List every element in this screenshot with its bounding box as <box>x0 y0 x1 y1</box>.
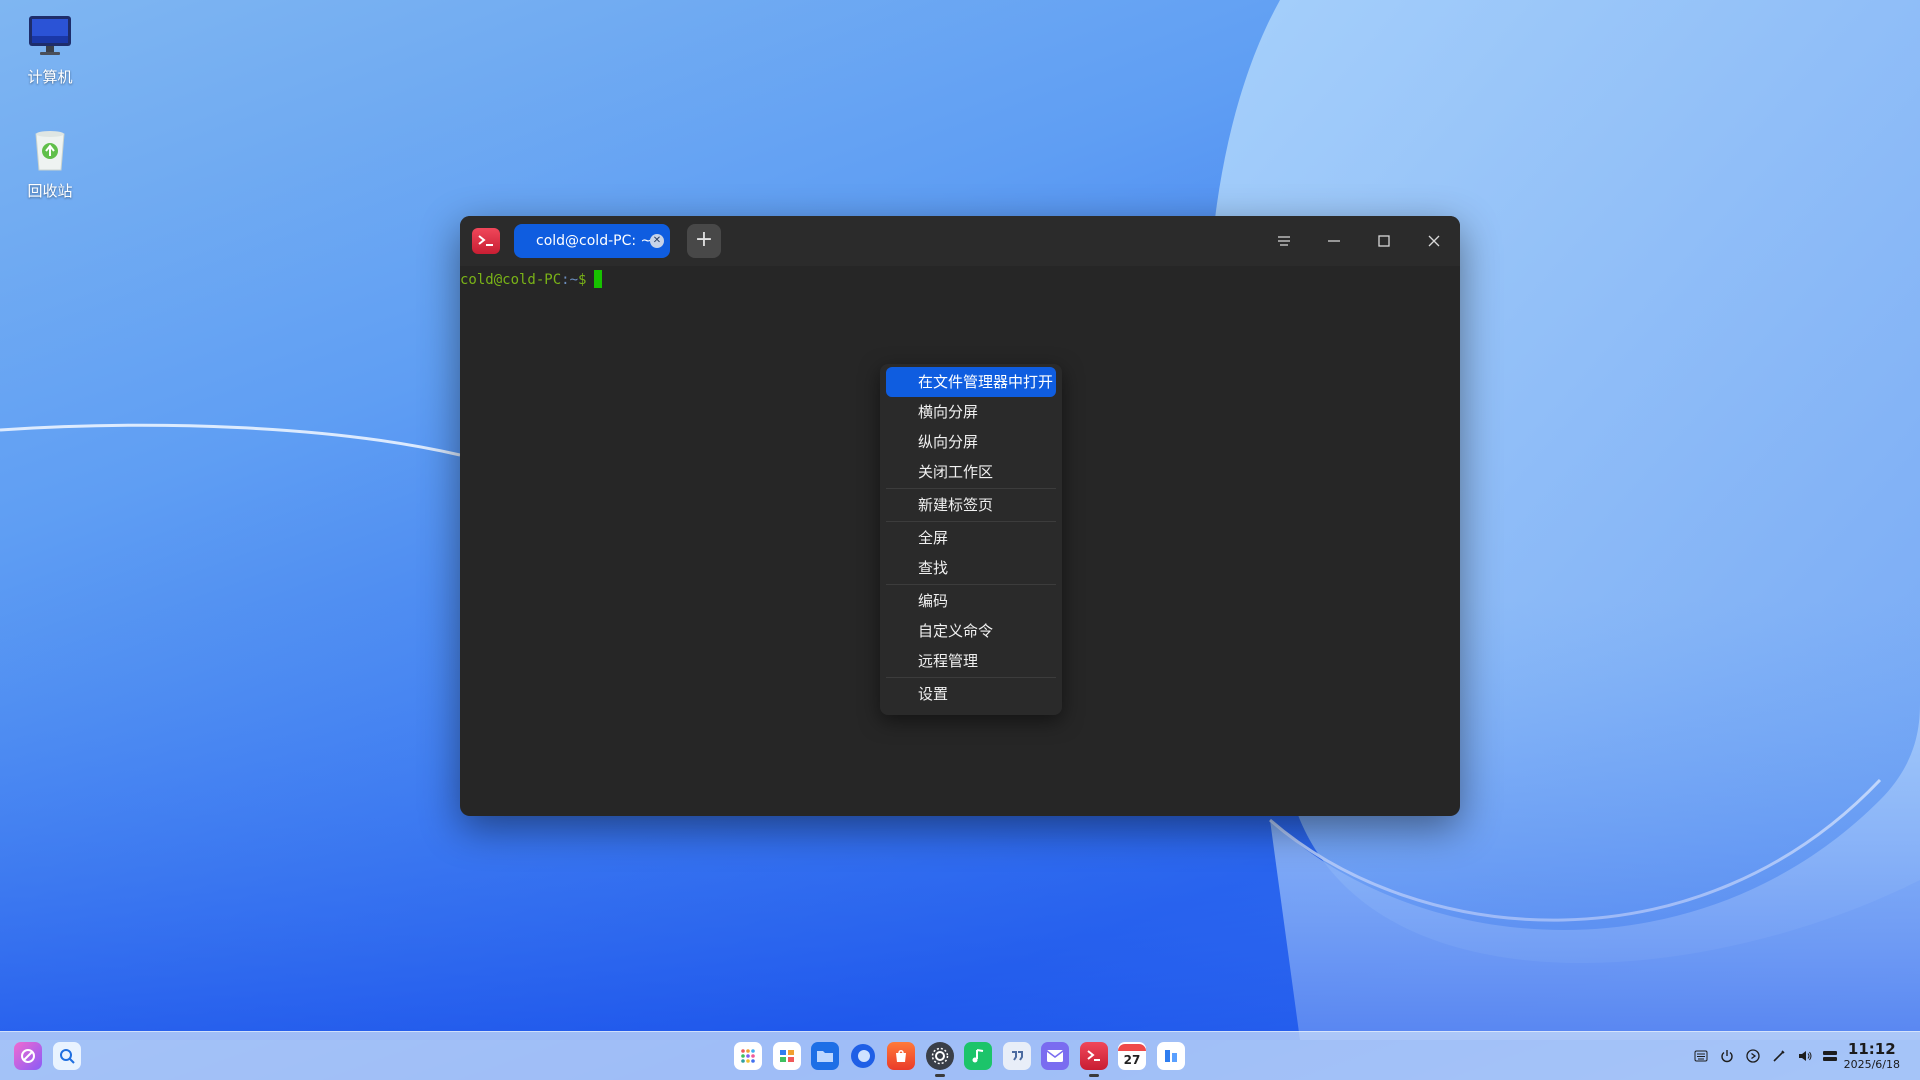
running-indicator <box>1089 1074 1099 1077</box>
volume-icon[interactable] <box>1797 1048 1813 1064</box>
menu-separator <box>886 488 1056 489</box>
taskbar: 27 11:12 2025/6/18 <box>0 1031 1920 1080</box>
close-icon[interactable] <box>1422 229 1446 253</box>
calendar-day: 27 <box>1123 1052 1141 1067</box>
keyboard-icon[interactable] <box>1693 1048 1709 1064</box>
desktop-icon-computer[interactable]: 计算机 <box>14 12 86 87</box>
menu-item-close-workspace[interactable]: 关闭工作区 <box>886 457 1056 487</box>
menu-separator <box>886 677 1056 678</box>
titlebar[interactable]: cold@cold-PC: ~ ✕ + <box>460 216 1460 266</box>
monitor-icon <box>26 12 74 60</box>
power-icon[interactable] <box>1719 1048 1735 1064</box>
multitask-icon[interactable] <box>773 1042 801 1070</box>
menu-item-open-in-file-manager[interactable]: 在文件管理器中打开 <box>886 367 1056 397</box>
media-icon[interactable] <box>1745 1048 1761 1064</box>
menu-item-horizontal-split[interactable]: 横向分屏 <box>886 397 1056 427</box>
menu-separator <box>886 521 1056 522</box>
prompt-directory: ~ <box>569 272 579 288</box>
music-icon[interactable] <box>964 1042 992 1070</box>
desktop-icon-label: 回收站 <box>27 182 73 200</box>
menu-separator <box>886 584 1056 585</box>
tab-close-icon[interactable]: ✕ <box>650 234 664 248</box>
desktop-icon-label: 计算机 <box>27 68 73 86</box>
menu-item-settings[interactable]: 设置 <box>886 679 1056 709</box>
menu-item-custom-commands[interactable]: 自定义命令 <box>886 616 1056 646</box>
app-store-icon[interactable] <box>887 1042 915 1070</box>
tab-title: cold@cold-PC: ~ <box>536 233 653 249</box>
text-cursor <box>594 270 603 288</box>
chat-icon[interactable] <box>1003 1042 1031 1070</box>
prompt-dollar: $ <box>578 272 587 288</box>
menu-item-vertical-split[interactable]: 纵向分屏 <box>886 427 1056 457</box>
clock-time: 11:12 <box>1847 1040 1896 1058</box>
menu-item-encoding[interactable]: 编码 <box>886 586 1056 616</box>
desktop-icon-trash[interactable]: 回收站 <box>14 126 86 201</box>
context-menu: 在文件管理器中打开 横向分屏 纵向分屏 关闭工作区 新建标签页 全屏 查找 编码… <box>880 364 1062 715</box>
prompt-user-host: cold@cold-PC <box>460 272 562 288</box>
clock[interactable]: 11:12 2025/6/18 <box>1844 1040 1900 1072</box>
network-icon[interactable] <box>1822 1048 1838 1064</box>
clock-date: 2025/6/18 <box>1843 1058 1900 1071</box>
minimize-icon[interactable] <box>1322 229 1346 253</box>
terminal-app-icon <box>472 228 500 254</box>
menu-item-remote-management[interactable]: 远程管理 <box>886 646 1056 676</box>
menu-item-find[interactable]: 查找 <box>886 553 1056 583</box>
settings-icon[interactable] <box>926 1042 954 1077</box>
mail-icon[interactable] <box>1041 1042 1069 1070</box>
menu-icon[interactable] <box>1272 229 1296 253</box>
search-icon[interactable] <box>53 1042 81 1070</box>
trash-icon <box>26 126 74 174</box>
calendar-icon[interactable]: 27 <box>1118 1042 1146 1070</box>
pen-icon[interactable] <box>1771 1048 1787 1064</box>
terminal-icon[interactable] <box>1080 1042 1108 1077</box>
browser-icon[interactable] <box>849 1042 877 1070</box>
ai-assistant-icon[interactable] <box>14 1042 42 1070</box>
running-indicator <box>935 1074 945 1077</box>
calendar-header <box>1118 1043 1146 1051</box>
maximize-icon[interactable] <box>1372 229 1396 253</box>
menu-item-fullscreen[interactable]: 全屏 <box>886 523 1056 553</box>
new-tab-button[interactable]: + <box>687 224 721 258</box>
prompt-separator: : <box>561 272 570 288</box>
tab-terminal[interactable]: cold@cold-PC: ~ ✕ <box>514 224 670 258</box>
recorder-icon[interactable] <box>1157 1042 1185 1070</box>
launcher-icon[interactable] <box>734 1042 762 1070</box>
file-manager-icon[interactable] <box>811 1042 839 1070</box>
menu-item-new-tab[interactable]: 新建标签页 <box>886 490 1056 520</box>
shell-prompt: cold@cold-PC:~$ <box>460 270 603 288</box>
